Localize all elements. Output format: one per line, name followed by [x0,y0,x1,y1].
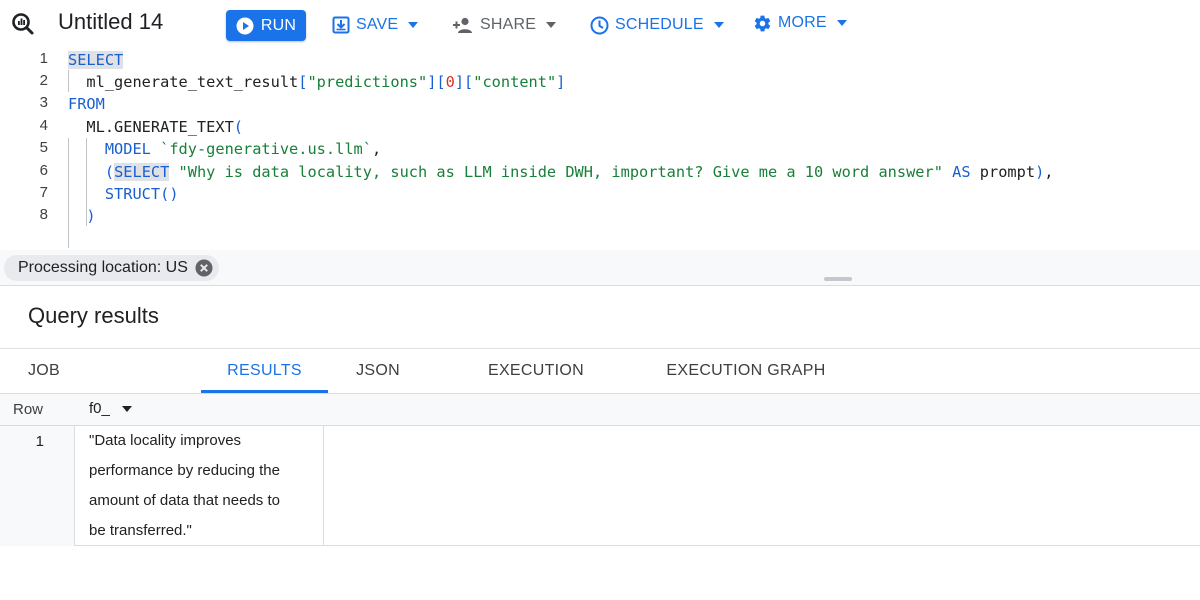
select-keyword: SELECT [114,163,170,181]
processing-location-chip[interactable]: Processing location: US [4,255,219,281]
processing-location-bar: Processing location: US [0,250,1200,286]
line-number: 6 [39,162,48,179]
table-row-number-cell: 1 [0,426,74,546]
line-number: 1 [39,50,48,67]
string-literal: "predictions" [307,73,428,91]
share-label: SHARE [480,16,537,33]
prompt-string-literal: "Why is data locality, such as LLM insid… [178,163,943,181]
cell-text-line: performance by reducing the [89,462,280,479]
row-column-header: Row [13,401,44,418]
chevron-down-icon [836,20,847,26]
from-keyword: FROM [68,95,105,113]
run-button[interactable]: RUN [226,10,306,41]
table-cell[interactable]: "Data locality improves performance by r… [74,426,324,546]
close-icon[interactable] [195,259,213,277]
line-number: 5 [39,139,48,156]
clock-icon [590,16,609,34]
code-line-6: (SELECT "Why is data locality, such as L… [104,163,1054,181]
column-identifier: ml_generate_text_result [86,73,299,91]
play-icon [236,17,254,34]
prompt-alias: prompt [979,163,1036,181]
toolbar: Untitled 14 RUN SAVE SHARE SCHEDULE MORE [0,0,1200,48]
line-number: 4 [39,117,48,134]
code-line-2: ml_generate_text_result["predictions"][0… [86,73,566,91]
save-label: SAVE [356,16,399,33]
string-literal: "content" [473,73,557,91]
tab-json[interactable]: JSON [352,349,404,393]
code-line-8: ) [86,207,96,225]
chevron-down-icon[interactable] [121,405,132,412]
tab-job-information[interactable]: JOB INFORMATION [28,349,172,423]
code-line-1: SELECT [68,49,124,71]
resize-handle[interactable] [824,277,852,281]
person-add-icon [453,17,472,33]
save-button[interactable]: SAVE [332,10,419,40]
cell-text-line: amount of data that needs to [89,492,280,509]
model-keyword: MODEL [104,140,151,158]
results-table-body: 1 "Data locality improves performance by… [0,426,1200,546]
tab-results[interactable]: RESULTS [201,349,328,393]
share-button[interactable]: SHARE [452,10,557,40]
results-table-header: Row f0_ [0,394,1200,426]
more-label: MORE [778,14,827,31]
number-literal: 0 [445,73,455,91]
results-tabs: JOB INFORMATION RESULTS JSON EXECUTION D… [0,348,1200,423]
more-button[interactable]: MORE [753,8,847,38]
line-number: 3 [39,94,48,111]
code-line-4: ML.GENERATE_TEXT( [86,118,243,136]
struct-keyword: STRUCT [104,185,161,203]
cell-text-line: be transferred." [89,522,192,539]
processing-location-label: Processing location: US [18,259,188,276]
chevron-down-icon [408,22,419,28]
line-number: 8 [39,206,48,223]
schedule-label: SCHEDULE [615,16,704,33]
sql-editor[interactable]: 1 2 3 4 5 6 7 8 SELECT ml_generate_text_… [0,48,1200,250]
tab-execution-graph[interactable]: EXECUTION GRAPH [666,349,826,393]
chevron-down-icon [546,22,557,28]
line-number-gutter: 1 2 3 4 5 6 7 8 [0,48,64,250]
code-area[interactable]: SELECT ml_generate_text_result["predicti… [64,48,1200,250]
run-label: RUN [260,16,297,34]
query-results-title: Query results [28,303,159,328]
bigquery-logo-icon [12,13,34,35]
tab-execution-details[interactable]: EXECUTION DETAILS [452,349,620,423]
function-name: ML.GENERATE_TEXT [86,118,234,136]
query-title[interactable]: Untitled 14 [58,9,163,35]
column-header-label: f0_ [89,400,110,417]
column-header-f0[interactable]: f0_ [89,400,132,417]
row-number: 1 [35,433,44,450]
save-icon [332,16,350,34]
gear-icon [754,15,771,31]
select-keyword: SELECT [68,51,124,69]
cell-text-line: "Data locality improves [89,432,242,449]
as-keyword: AS [952,163,971,181]
chevron-down-icon [713,22,724,28]
model-identifier: `fdy-generative.us.llm` [160,140,372,158]
line-number: 2 [39,72,48,89]
schedule-button[interactable]: SCHEDULE [590,10,724,40]
code-line-3: FROM [68,93,105,115]
code-line-5: MODEL `fdy-generative.us.llm`, [104,140,382,158]
line-number: 7 [39,184,48,201]
code-line-7: STRUCT() [104,185,179,203]
